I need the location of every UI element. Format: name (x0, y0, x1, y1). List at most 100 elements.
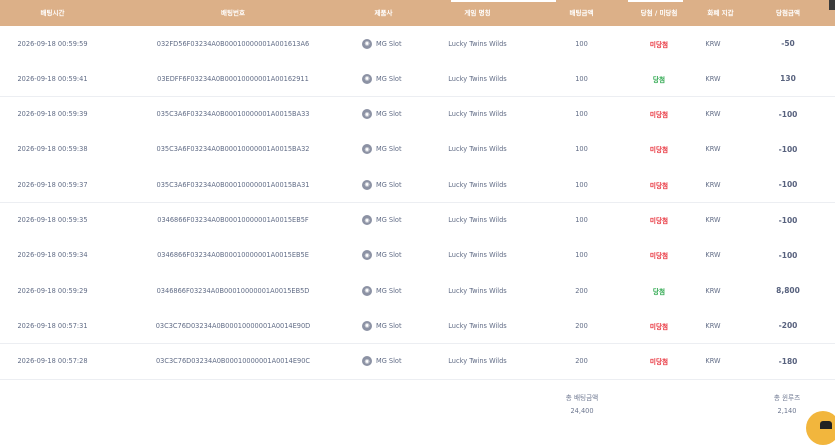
provider: ◉ MG Slot (362, 273, 432, 308)
currency: KRW (705, 74, 721, 83)
provider: ◉ MG Slot (362, 26, 432, 61)
mg-logo-icon: ◉ (362, 285, 372, 296)
game-name: Lucky Twins Wilds (448, 216, 507, 224)
bet-time: 2026-09-18 00:59:39 (17, 110, 88, 119)
provider-label: MG Slot (376, 39, 402, 48)
table-row: 2026-09-18 00:59:29 0346866F03234A0B00010… (0, 273, 835, 310)
table-row: 2026-09-18 00:59:59 032FD56F03234A0B00010… (0, 26, 835, 62)
table-row: 2026-09-18 00:59:41 03EDFF6F03234A0B00010… (0, 61, 835, 98)
mg-logo-icon: ◉ (362, 179, 372, 190)
bet-amount: 100 (575, 216, 588, 224)
total-win-label: 총 윈루즈 (773, 394, 801, 402)
header-bet-amount: 배팅금액 (569, 9, 594, 17)
provider: ◉ MG Slot (362, 344, 432, 379)
provider: ◉ MG Slot (362, 167, 432, 202)
win-amount: -100 (778, 215, 798, 225)
bet-amount: 200 (575, 357, 588, 366)
currency: KRW (705, 251, 721, 260)
bet-number: 035C3A6F03234A0B00010000001A0015BA31 (156, 180, 310, 189)
bet-amount: 100 (575, 39, 588, 48)
currency: KRW (705, 180, 721, 189)
win-amount: 8,800 (776, 286, 800, 296)
currency: KRW (705, 321, 721, 330)
provider-label: MG Slot (376, 216, 402, 224)
bet-time: 2026-09-18 00:59:38 (17, 145, 88, 154)
header-bet-number: 배팅번호 (221, 9, 245, 17)
provider-label: MG Slot (376, 74, 402, 83)
bet-time: 2026-09-18 00:59:37 (17, 180, 88, 189)
provider: ◉ MG Slot (362, 238, 432, 273)
result-badge: 당첨 (652, 287, 666, 296)
header-provider: 제품사 (374, 9, 393, 17)
result-badge: 미당첨 (649, 322, 669, 331)
bet-number: 03EDFF6F03234A0B00010000001A00162911 (157, 74, 309, 83)
bet-number: 032FD56F03234A0B00010000001A001613A6 (156, 39, 310, 48)
table-row: 2026-09-18 00:59:37 035C3A6F03234A0B00010… (0, 167, 835, 204)
total-bet-value: 24,400 (570, 407, 594, 415)
bet-amount: 100 (575, 180, 588, 189)
mg-logo-icon: ◉ (362, 356, 372, 367)
bet-number: 035C3A6F03234A0B00010000001A0015BA33 (156, 110, 310, 119)
provider-label: MG Slot (376, 145, 402, 154)
win-amount: -100 (778, 250, 798, 260)
bet-amount: 200 (575, 286, 588, 295)
result-badge: 당첨 (652, 75, 666, 84)
mg-logo-icon: ◉ (362, 38, 372, 49)
bet-time: 2026-09-18 00:59:59 (17, 39, 88, 48)
bet-amount: 100 (575, 145, 588, 154)
table-row: 2026-09-18 00:59:39 035C3A6F03234A0B00010… (0, 96, 835, 133)
result-badge: 미당첨 (649, 111, 669, 120)
provider: ◉ MG Slot (362, 308, 432, 343)
total-bet-label: 총 배팅금액 (565, 394, 599, 402)
win-amount: -100 (778, 144, 798, 154)
table-row: 2026-09-18 00:57:28 03C3C76D03234A0B00010… (0, 343, 835, 380)
bet-time: 2026-09-18 00:59:35 (17, 216, 88, 224)
result-badge: 미당첨 (649, 40, 669, 49)
bet-number: 035C3A6F03234A0B00010000001A0015BA32 (156, 145, 310, 154)
currency: KRW (705, 39, 721, 48)
win-amount: -180 (778, 356, 798, 366)
currency: KRW (705, 110, 721, 119)
bet-number: 03C3C76D03234A0B00010000001A0014E90C (155, 357, 311, 366)
win-amount: -100 (778, 180, 798, 190)
table-header: 배팅시간 배팅번호 제품사 게임 명칭 배팅금액 당첨 / 미당첨 화폐 지갑 … (0, 0, 835, 26)
mg-logo-icon: ◉ (362, 250, 372, 261)
provider: ◉ MG Slot (362, 61, 432, 96)
bet-number: 0346866F03234A0B00010000001A0015EB5F (157, 216, 309, 224)
win-amount: -100 (778, 109, 798, 119)
table-row: 2026-09-18 00:59:34 0346866F03234A0B00010… (0, 237, 835, 274)
provider: ◉ MG Slot (362, 132, 432, 167)
result-badge: 미당첨 (649, 217, 669, 225)
provider: ◉ MG Slot (362, 203, 432, 238)
provider-label: MG Slot (376, 357, 402, 366)
provider-label: MG Slot (376, 321, 402, 330)
game-name: Lucky Twins Wilds (448, 357, 507, 366)
result-badge: 미당첨 (649, 252, 669, 261)
game-name: Lucky Twins Wilds (448, 180, 507, 189)
currency: KRW (705, 145, 721, 154)
mg-logo-icon: ◉ (362, 73, 372, 84)
game-name: Lucky Twins Wilds (448, 110, 507, 119)
result-badge: 미당첨 (649, 181, 669, 190)
game-name: Lucky Twins Wilds (448, 145, 507, 154)
mg-logo-icon: ◉ (362, 144, 372, 155)
result-badge: 미당첨 (649, 358, 669, 367)
header-currency: 화폐 지갑 (707, 9, 734, 17)
bet-number: 0346866F03234A0B00010000001A0015EB5E (157, 251, 309, 260)
chat-inner-icon (820, 421, 832, 429)
bet-number: 0346866F03234A0B00010000001A0015EB5D (156, 286, 310, 295)
mg-logo-icon: ◉ (362, 320, 372, 331)
bet-amount: 200 (575, 321, 588, 330)
provider: ◉ MG Slot (362, 97, 432, 132)
bet-amount: 100 (575, 251, 588, 260)
mg-logo-icon: ◉ (362, 109, 372, 120)
corner-decoration (829, 0, 835, 10)
bet-amount: 100 (575, 110, 588, 119)
win-amount: -200 (778, 321, 798, 331)
bet-time: 2026-09-18 00:59:34 (17, 251, 88, 260)
mg-logo-icon: ◉ (362, 215, 372, 225)
win-amount: 130 (780, 74, 796, 84)
currency: KRW (705, 216, 721, 224)
table-row: 2026-09-18 00:59:38 035C3A6F03234A0B00010… (0, 131, 835, 168)
win-amount: -50 (781, 39, 795, 48)
